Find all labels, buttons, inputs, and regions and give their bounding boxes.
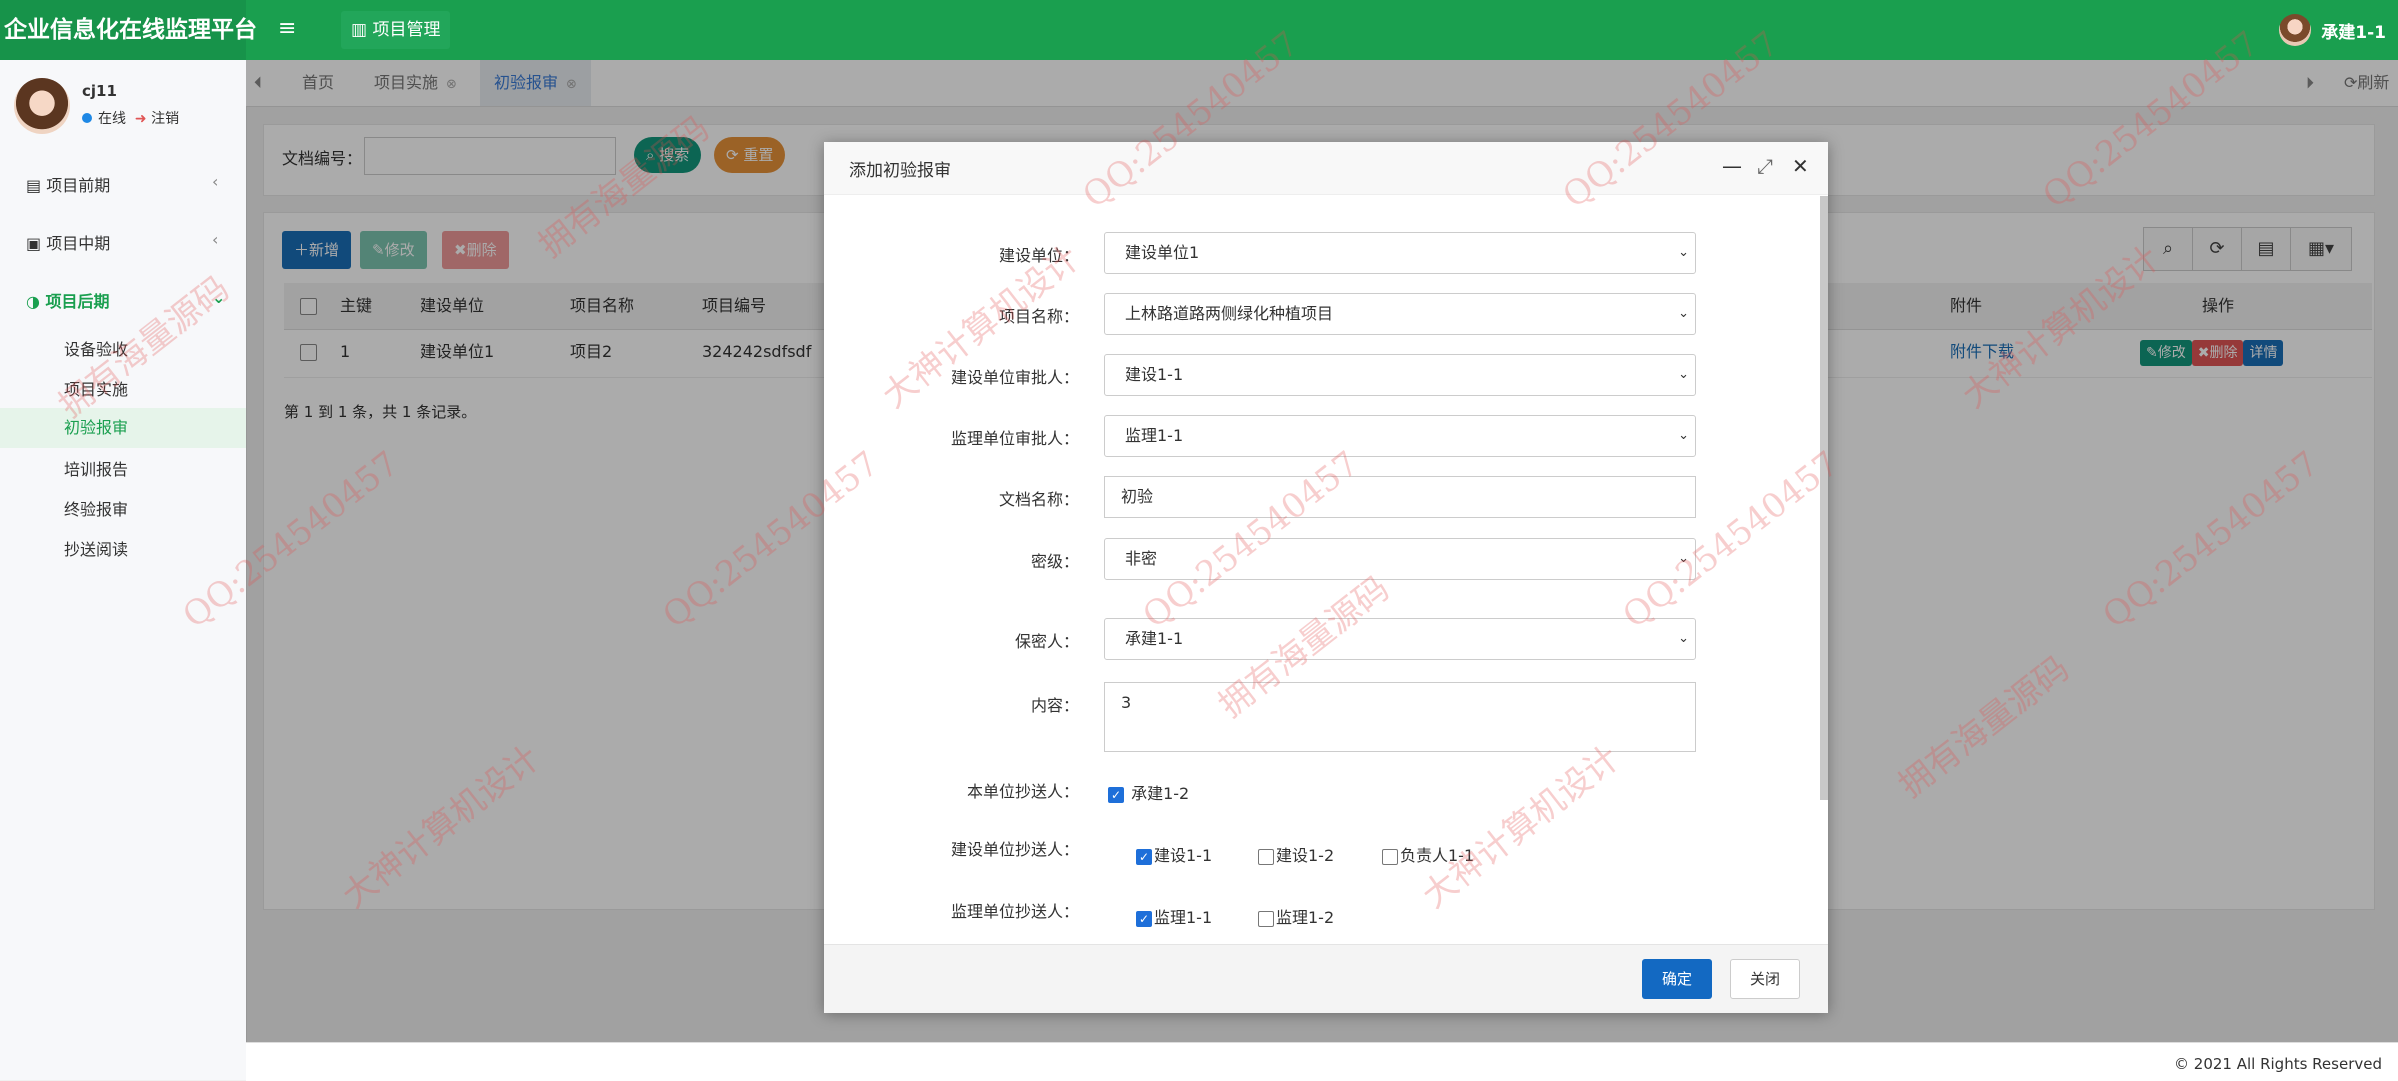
checkbox[interactable]: ✓ — [1136, 848, 1152, 865]
sidebar-subitem[interactable]: 抄送阅读 — [64, 536, 128, 560]
half-circle-icon: ◑ — [26, 292, 46, 311]
secret-level-select[interactable]: 非密 ⌄ — [1104, 538, 1696, 580]
chevron-down-icon: ⌄ — [1678, 245, 1689, 260]
app-title: 企业信息化在线监理平台 — [0, 0, 257, 60]
sidebar-subitem[interactable]: 终验报审 — [64, 496, 128, 520]
chevron-down-icon: ⌄ — [1678, 306, 1689, 321]
status-online: 在线 — [98, 111, 126, 127]
add-review-modal: 添加初验报审 — ⤢ ✕ 建设单位： 建设单位1 ⌄ 项目名称： 上林路道路两侧绿… — [824, 142, 1828, 1013]
sidebar-subitem[interactable]: 项目实施 — [64, 376, 128, 400]
doc-icon: ▣ — [26, 234, 47, 253]
top-navbar: 企业信息化在线监理平台 ≡ ▥ 项目管理 承建1-1 — [0, 0, 2398, 60]
content-textarea[interactable]: 3 — [1104, 682, 1696, 752]
sidebar-subitem[interactable]: 培训报告 — [64, 456, 128, 480]
checkbox[interactable] — [1258, 910, 1274, 927]
field-label: 文档名称： — [998, 490, 1079, 509]
sidebar-item-pre[interactable]: ▤ 项目前期 ‹ — [26, 172, 218, 196]
field-label: 建设单位审批人： — [950, 368, 1079, 387]
sidebar-item-post[interactable]: ◑ 项目后期 ⌄ — [26, 288, 225, 312]
supervisor-approver-select[interactable]: 监理1-1 ⌄ — [1104, 415, 1696, 457]
field-label: 监理单位审批人： — [950, 429, 1079, 448]
option-label: 建设1-1 — [1154, 846, 1213, 865]
module-button[interactable]: ▥ 项目管理 — [341, 11, 451, 49]
secret-keeper-select[interactable]: 承建1-1 ⌄ — [1104, 618, 1696, 660]
select-value: 建设1-1 — [1125, 365, 1184, 384]
logout-link[interactable]: 注销 — [151, 111, 179, 127]
chevron-down-icon: ⌄ — [1678, 428, 1689, 443]
user-name: cj11 — [82, 82, 117, 100]
select-value: 监理1-1 — [1125, 426, 1184, 445]
modal-footer: 确定 关闭 — [824, 944, 1828, 1013]
option-label: 监理1-1 — [1154, 908, 1213, 927]
sidebar-subitem[interactable]: 设备验收 — [64, 336, 128, 360]
select-value: 承建1-1 — [1125, 629, 1184, 648]
cc-sup-option[interactable]: ✓ 监理1-1 — [1136, 904, 1212, 928]
field-label: 项目名称： — [998, 307, 1079, 326]
modal-scrollbar[interactable] — [1820, 196, 1828, 800]
cc-build-option[interactable]: 建设1-2 — [1258, 842, 1334, 866]
avatar — [2279, 14, 2312, 46]
option-label: 承建1-2 — [1131, 784, 1190, 803]
select-value: 上林路道路两侧绿化种植项目 — [1125, 304, 1334, 323]
sidebar-item-label: 项目后期 — [45, 292, 110, 311]
close-icon[interactable]: ✕ — [1792, 154, 1809, 178]
option-label: 建设1-2 — [1276, 846, 1335, 865]
user-status: 在线 ➜ 注销 — [82, 108, 179, 128]
option-label: 监理1-2 — [1276, 908, 1335, 927]
field-label: 监理单位抄送人： — [950, 902, 1079, 921]
confirm-button[interactable]: 确定 — [1642, 959, 1712, 999]
checkbox[interactable]: ✓ — [1108, 786, 1124, 803]
chevron-left-icon: ‹ — [212, 172, 219, 191]
chevron-left-icon: ‹ — [212, 230, 219, 249]
sidebar-subitem-active[interactable]: 初验报审 — [0, 408, 246, 448]
copyright: © 2021 All Rights Reserved — [2174, 1055, 2382, 1073]
build-unit-select[interactable]: 建设单位1 ⌄ — [1104, 232, 1696, 274]
user-panel: cj11 在线 ➜ 注销 — [14, 78, 179, 138]
checkbox[interactable] — [1258, 848, 1274, 865]
chevron-down-icon: ⌄ — [212, 288, 226, 307]
cc-build-option[interactable]: 负责人1-1 — [1382, 842, 1474, 866]
build-approver-select[interactable]: 建设1-1 ⌄ — [1104, 354, 1696, 396]
menu-toggle-icon[interactable]: ≡ — [278, 16, 296, 41]
footer: © 2021 All Rights Reserved — [246, 1042, 2398, 1081]
minimize-icon[interactable]: — — [1722, 154, 1742, 178]
cc-self-option[interactable]: ✓ 承建1-2 — [1108, 780, 1189, 804]
doc-name-input[interactable]: 初验 — [1104, 476, 1696, 518]
chevron-down-icon: ⌄ — [1678, 551, 1689, 566]
close-button[interactable]: 关闭 — [1730, 959, 1800, 999]
field-label: 本单位抄送人： — [966, 782, 1079, 801]
id-card-icon: ▤ — [26, 176, 47, 195]
cc-sup-option[interactable]: 监理1-2 — [1258, 904, 1334, 928]
field-label: 内容： — [1030, 696, 1079, 715]
sidebar: cj11 在线 ➜ 注销 ▤ 项目前期 ‹ ▣ 项目中期 ‹ ◑ 项目后期 ⌄ … — [0, 60, 247, 1080]
checkbox[interactable] — [1382, 848, 1398, 865]
logout-icon: ➜ — [134, 111, 147, 127]
modal-title: 添加初验报审 — [849, 161, 951, 181]
maximize-icon[interactable]: ⤢ — [1757, 154, 1773, 178]
field-label: 密级： — [1030, 552, 1079, 571]
sidebar-item-label: 项目前期 — [46, 176, 111, 195]
option-label: 负责人1-1 — [1400, 846, 1475, 865]
user-menu[interactable]: 承建1-1 — [2279, 14, 2386, 46]
field-label: 保密人： — [1014, 632, 1079, 651]
user-top-name: 承建1-1 — [2321, 22, 2386, 43]
chevron-down-icon: ⌄ — [1678, 367, 1689, 382]
online-dot-icon — [82, 113, 92, 123]
checkbox[interactable]: ✓ — [1136, 910, 1152, 927]
modal-header: 添加初验报审 — ⤢ ✕ — [824, 142, 1828, 195]
select-value: 建设单位1 — [1125, 243, 1200, 262]
module-button-label: 项目管理 — [372, 20, 441, 40]
select-value: 非密 — [1125, 549, 1158, 568]
chevron-down-icon: ⌄ — [1678, 631, 1689, 646]
field-label: 建设单位抄送人： — [950, 840, 1079, 859]
avatar — [14, 78, 70, 134]
sidebar-item-label: 项目中期 — [46, 234, 111, 253]
project-name-select[interactable]: 上林路道路两侧绿化种植项目 ⌄ — [1104, 293, 1696, 335]
cc-build-option[interactable]: ✓ 建设1-1 — [1136, 842, 1212, 866]
sidebar-item-mid[interactable]: ▣ 项目中期 ‹ — [26, 230, 218, 254]
field-label: 建设单位： — [998, 246, 1079, 265]
bar-chart-icon: ▥ — [351, 20, 373, 40]
